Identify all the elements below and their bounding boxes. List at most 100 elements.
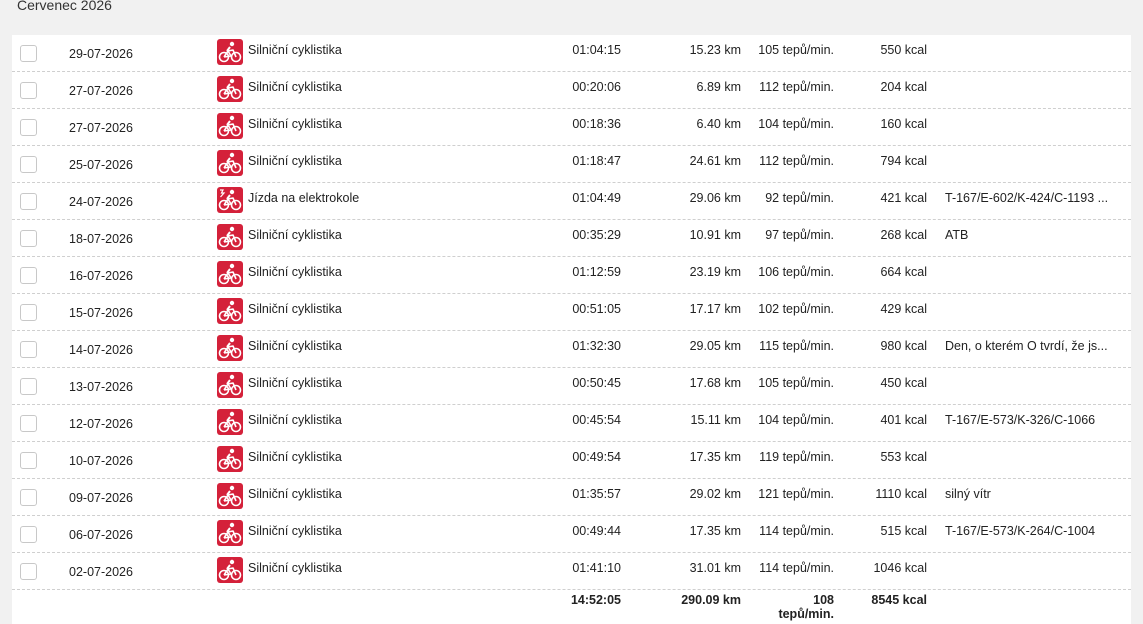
- activity-distance: 10.91 km: [689, 228, 741, 242]
- activity-calories: 794 kcal: [880, 154, 927, 168]
- row-checkbox[interactable]: [20, 563, 37, 580]
- table-row[interactable]: 25-07-2026 Silniční cyklistika 01:18:47 24.…: [12, 146, 1131, 183]
- road-bike-icon: [217, 557, 243, 583]
- e-bike-icon: [217, 187, 243, 213]
- row-checkbox[interactable]: [20, 304, 37, 321]
- activity-date: 25-07-2026: [69, 158, 133, 172]
- road-bike-icon: [217, 483, 243, 509]
- activity-date: 15-07-2026: [69, 306, 133, 320]
- row-checkbox[interactable]: [20, 230, 37, 247]
- table-row[interactable]: 16-07-2026 Silniční cyklistika 01:12:59 23.…: [12, 257, 1131, 294]
- activity-calories: 980 kcal: [880, 339, 927, 353]
- table-row[interactable]: 27-07-2026 Silniční cyklistika 00:18:36 6.4…: [12, 109, 1131, 146]
- activity-distance: 29.05 km: [689, 339, 741, 353]
- activity-calories: 268 kcal: [880, 228, 927, 242]
- row-checkbox[interactable]: [20, 156, 37, 173]
- activity-heart-rate: 121 tepů/min.: [758, 487, 834, 501]
- activity-sport-link[interactable]: Silniční cyklistika: [248, 265, 342, 279]
- table-row[interactable]: 18-07-2026 Silniční cyklistika 00:35:29 10.…: [12, 220, 1131, 257]
- road-bike-icon: [217, 76, 243, 102]
- activity-date: 27-07-2026: [69, 84, 133, 98]
- activity-calories: 160 kcal: [880, 117, 927, 131]
- activity-heart-rate: 112 tepů/min.: [759, 80, 834, 94]
- road-bike-icon: [217, 150, 243, 176]
- table-row[interactable]: 27-07-2026 Silniční cyklistika 00:20:06 6.8…: [12, 72, 1131, 109]
- activity-heart-rate: 105 tepů/min.: [758, 376, 834, 390]
- activity-distance: 6.40 km: [696, 117, 741, 131]
- activity-sport-link[interactable]: Silniční cyklistika: [248, 43, 342, 57]
- activity-date: 24-07-2026: [69, 195, 133, 209]
- activity-sport-link[interactable]: Silniční cyklistika: [248, 154, 342, 168]
- activity-distance: 23.19 km: [689, 265, 741, 279]
- road-bike-icon: [217, 224, 243, 250]
- activity-calories: 515 kcal: [880, 524, 927, 538]
- activity-distance: 31.01 km: [689, 561, 741, 575]
- row-checkbox[interactable]: [20, 267, 37, 284]
- table-row[interactable]: 13-07-2026 Silniční cyklistika 00:50:45 17.…: [12, 368, 1131, 405]
- activity-heart-rate: 104 tepů/min.: [758, 117, 834, 131]
- activity-heart-rate: 92 tepů/min.: [765, 191, 834, 205]
- row-checkbox[interactable]: [20, 452, 37, 469]
- table-row[interactable]: 24-07-2026 Jízda na elektrokole 01:04:49 29…: [12, 183, 1131, 220]
- activity-note: T-167/E-602/K-424/C-1193 ...: [945, 191, 1109, 205]
- activity-date: 18-07-2026: [69, 232, 133, 246]
- activity-date: 13-07-2026: [69, 380, 133, 394]
- activity-heart-rate: 114 tepů/min.: [759, 524, 834, 538]
- row-checkbox[interactable]: [20, 489, 37, 506]
- activity-calories: 204 kcal: [880, 80, 927, 94]
- table-row[interactable]: 12-07-2026 Silniční cyklistika 00:45:54 15.…: [12, 405, 1131, 442]
- activity-duration: 01:12:59: [572, 265, 621, 279]
- activity-heart-rate: 119 tepů/min.: [759, 450, 834, 464]
- activity-date: 14-07-2026: [69, 343, 133, 357]
- activity-note: silný vítr: [945, 487, 991, 501]
- activity-sport-link[interactable]: Silniční cyklistika: [248, 413, 342, 427]
- row-checkbox[interactable]: [20, 193, 37, 210]
- row-checkbox[interactable]: [20, 341, 37, 358]
- road-bike-icon: [217, 446, 243, 472]
- activity-heart-rate: 112 tepů/min.: [759, 154, 834, 168]
- activity-duration: 01:04:15: [572, 43, 621, 57]
- total-distance: 290.09 km: [681, 593, 741, 607]
- total-calories: 8545 kcal: [871, 593, 927, 607]
- activity-sport-link[interactable]: Silniční cyklistika: [248, 487, 342, 501]
- activity-sport-link[interactable]: Silniční cyklistika: [248, 376, 342, 390]
- activity-sport-link[interactable]: Silniční cyklistika: [248, 117, 342, 131]
- activity-date: 27-07-2026: [69, 121, 133, 135]
- road-bike-icon: [217, 409, 243, 435]
- table-row[interactable]: 29-07-2026 Silniční cyklistika 01:04:15 15.…: [12, 35, 1131, 72]
- activity-distance: 6.89 km: [696, 80, 741, 94]
- table-row[interactable]: 14-07-2026 Silniční cyklistika 01:32:30 29.…: [12, 331, 1131, 368]
- activity-sport-link[interactable]: Jízda na elektrokole: [248, 191, 359, 205]
- activity-duration: 00:18:36: [572, 117, 621, 131]
- table-row[interactable]: 10-07-2026 Silniční cyklistika 00:49:54 17.…: [12, 442, 1131, 479]
- activity-sport-link[interactable]: Silniční cyklistika: [248, 302, 342, 316]
- activity-duration: 00:49:44: [572, 524, 621, 538]
- activity-sport-link[interactable]: Silniční cyklistika: [248, 524, 342, 538]
- activity-date: 12-07-2026: [69, 417, 133, 431]
- activity-sport-link[interactable]: Silniční cyklistika: [248, 228, 342, 242]
- row-checkbox[interactable]: [20, 526, 37, 543]
- road-bike-icon: [217, 39, 243, 65]
- table-row[interactable]: 09-07-2026 Silniční cyklistika 01:35:57 29.…: [12, 479, 1131, 516]
- table-row[interactable]: 02-07-2026 Silniční cyklistika 01:41:10 31.…: [12, 553, 1131, 590]
- activity-heart-rate: 97 tepů/min.: [765, 228, 834, 242]
- activity-duration: 01:35:57: [572, 487, 621, 501]
- row-checkbox[interactable]: [20, 45, 37, 62]
- activity-sport-link[interactable]: Silniční cyklistika: [248, 339, 342, 353]
- table-row[interactable]: 15-07-2026 Silniční cyklistika 00:51:05 17.…: [12, 294, 1131, 331]
- row-checkbox[interactable]: [20, 119, 37, 136]
- road-bike-icon: [217, 298, 243, 324]
- row-checkbox[interactable]: [20, 415, 37, 432]
- activity-table: 29-07-2026 Silniční cyklistika 01:04:15 15.…: [12, 35, 1131, 624]
- activity-distance: 17.35 km: [689, 450, 741, 464]
- activity-sport-link[interactable]: Silniční cyklistika: [248, 561, 342, 575]
- row-checkbox[interactable]: [20, 82, 37, 99]
- row-checkbox[interactable]: [20, 378, 37, 395]
- activity-note: T-167/E-573/K-264/C-1004: [945, 524, 1096, 538]
- activity-distance: 15.23 km: [689, 43, 741, 57]
- total-heart-rate: 108 tepů/min.: [778, 593, 834, 621]
- activity-sport-link[interactable]: Silniční cyklistika: [248, 450, 342, 464]
- activity-heart-rate: 104 tepů/min.: [758, 413, 834, 427]
- table-row[interactable]: 06-07-2026 Silniční cyklistika 00:49:44 17.…: [12, 516, 1131, 553]
- activity-sport-link[interactable]: Silniční cyklistika: [248, 80, 342, 94]
